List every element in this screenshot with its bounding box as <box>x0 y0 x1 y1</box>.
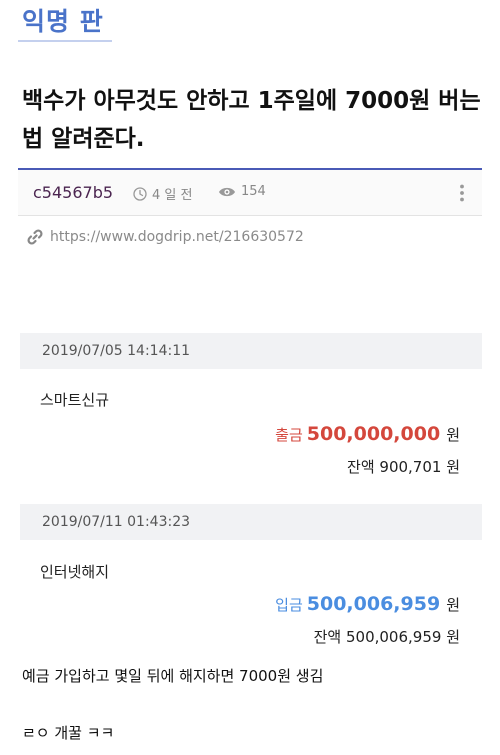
transaction-amount: 출금 500,000,000 원 <box>275 423 460 445</box>
author-name[interactable]: c54567b5 <box>33 183 113 202</box>
post-time: 4 일 전 <box>133 184 192 203</box>
post-meta-bar: c54567b5 4 일 전 154 <box>18 170 482 216</box>
post-body-line: 예금 가입하고 몇일 뒤에 해지하면 7000원 생김 <box>22 667 324 685</box>
currency-unit: 원 <box>446 596 460 614</box>
transaction-date-header: 2019/07/05 14:14:11 <box>20 333 482 369</box>
more-vertical-icon[interactable] <box>452 183 472 203</box>
view-count: 154 <box>218 184 266 199</box>
transaction-date-header: 2019/07/11 01:43:23 <box>20 504 482 540</box>
transaction-balance: 잔액 500,006,959 원 <box>313 628 460 646</box>
transaction-amount-value: 500,006,959 <box>306 593 441 615</box>
transaction-amount-value: 500,000,000 <box>306 423 441 445</box>
post-body-line: ㄹㅇ 개꿀 ㅋㅋ <box>22 724 115 742</box>
transaction-description: 인터넷해지 <box>40 563 110 581</box>
view-count-text: 154 <box>241 184 266 199</box>
clock-icon <box>133 186 147 201</box>
transaction-amount: 입금 500,006,959 원 <box>275 593 460 615</box>
post-title: 백수가 아무것도 안하고 1주일에 7000원 버는법 알려준다. <box>22 88 481 152</box>
transaction-balance: 잔액 900,701 원 <box>347 458 460 476</box>
post-url-row[interactable]: https://www.dogdrip.net/216630572 <box>26 228 304 246</box>
transaction-type-label: 출금 <box>275 426 303 444</box>
post-url[interactable]: https://www.dogdrip.net/216630572 <box>50 229 304 245</box>
post-time-text: 4 일 전 <box>152 188 193 203</box>
link-icon <box>27 229 43 245</box>
board-title[interactable]: 익명 판 <box>22 2 104 38</box>
eye-icon <box>219 187 235 196</box>
board-title-underline <box>18 40 112 42</box>
transaction-type-label: 입금 <box>275 596 303 614</box>
transaction-description: 스마트신규 <box>40 391 110 409</box>
currency-unit: 원 <box>446 426 460 444</box>
